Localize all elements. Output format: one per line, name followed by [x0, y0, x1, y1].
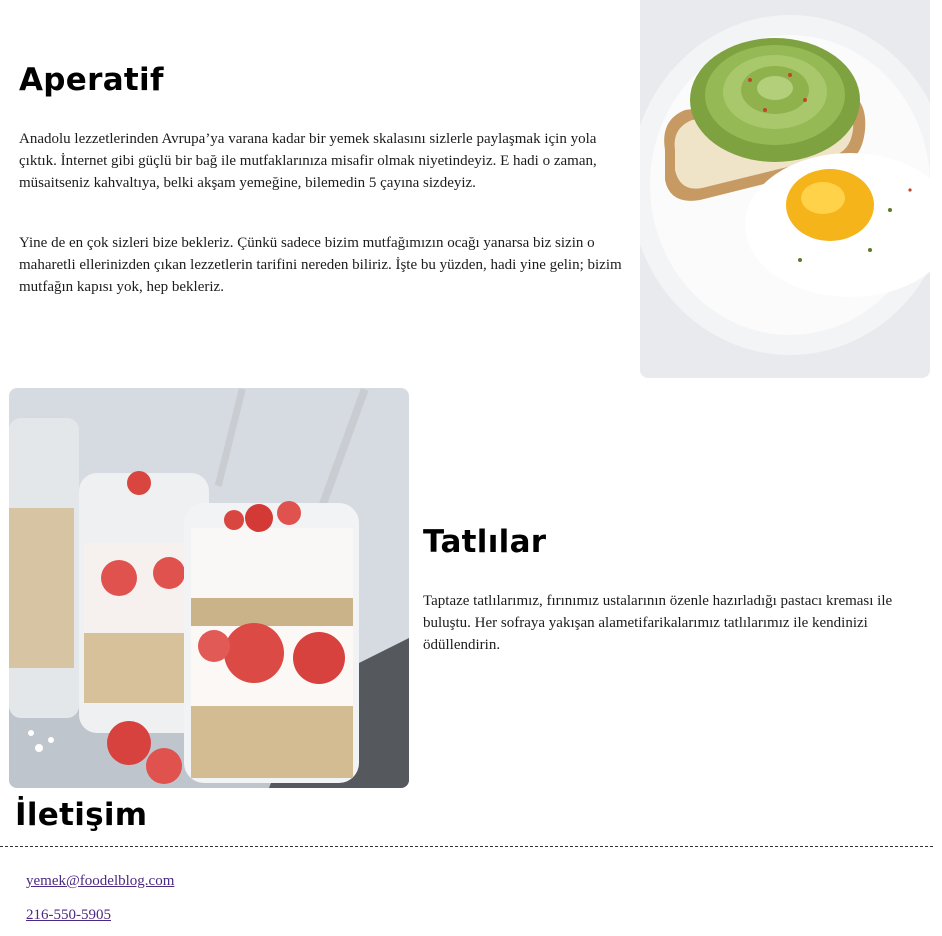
appetizer-paragraph-2: Yine de en çok sizleri bize bekleriz. Çü…	[19, 235, 622, 295]
contact-title: İletişim	[15, 797, 148, 833]
appetizer-paragraph-1: Anadolu lezzetlerinden Avrupa’ya varana …	[19, 131, 597, 191]
page: Aperatif Anadolu lezzetlerinden Avrupa’y…	[0, 0, 942, 936]
parfait-jars-image	[9, 388, 409, 788]
phone-link[interactable]: 216-550-5905	[26, 907, 111, 924]
desserts-title: Tatlılar	[423, 524, 547, 560]
avocado-toast-image	[640, 0, 930, 378]
email-link[interactable]: yemek@foodelblog.com	[26, 873, 174, 890]
appetizer-title: Aperatif	[19, 62, 164, 98]
desserts-paragraph: Taptaze tatlılarımız, fırınımız ustaları…	[423, 593, 893, 653]
contact-divider	[0, 846, 933, 847]
